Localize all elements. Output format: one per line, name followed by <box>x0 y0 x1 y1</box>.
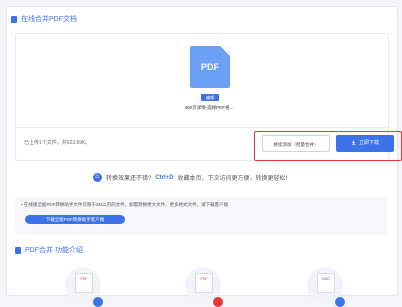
section-header: 在线合并PDF文档 <box>11 14 77 24</box>
download-client-button[interactable]: 下载全能PDF转换助手客户端 <box>25 215 125 224</box>
speed-icon <box>213 297 223 307</box>
feedback-bar: ☺ 转换效果还不错? Ctrl+D 收藏本页，下次访问更方便，转换更轻松! <box>93 173 287 182</box>
intro-title: PDF合并 功能介绍 <box>25 247 83 254</box>
download-now-button[interactable]: 立即下载 <box>336 135 394 152</box>
feature-item-format: DOC <box>307 267 345 307</box>
intro-icon <box>15 246 21 254</box>
page: 在线合并PDF文档 PDF 编辑 490页详情-选择PDF格... 已上传1个文… <box>0 0 402 307</box>
edit-badge[interactable]: 编辑 <box>201 94 219 101</box>
feedback-prefix: 转换效果还不错? <box>106 176 152 182</box>
pdf-thumb-label: PDF <box>201 62 219 72</box>
document-icon <box>11 15 17 23</box>
download-now-label: 立即下载 <box>358 140 379 146</box>
section-title: 在线合并PDF文档 <box>21 16 77 23</box>
notice-text: • 在线版全能PDF转换助手文件仅限于2M以内的文件，如需转换更大文件，更多格式… <box>21 202 229 207</box>
main-card: 在线合并PDF文档 PDF 编辑 490页详情-选择PDF格... 已上传1个文… <box>6 6 402 307</box>
file-name: 490页详情-选择PDF格... <box>184 105 234 110</box>
download-icon <box>351 140 356 145</box>
merge-icon <box>93 297 103 307</box>
feature-label: PDF <box>80 277 88 281</box>
feedback-suffix: 收藏本页，下次访问更方便，转换更轻松! <box>177 176 288 182</box>
pdf-file-icon[interactable]: PDF <box>190 46 230 88</box>
feature-item-merge: PDF <box>65 267 103 307</box>
feature-label: DOC <box>322 277 330 281</box>
intro-header: PDF合并 功能介绍 <box>15 245 83 255</box>
upload-area: PDF 编辑 490页详情-选择PDF格... 已上传1个文件，共623.69K… <box>15 33 402 161</box>
smile-icon: ☺ <box>93 173 102 182</box>
upload-icon <box>335 297 345 307</box>
upload-status: 已上传1个文件，共623.69K。 <box>24 140 91 146</box>
feature-item-fast: PDF <box>185 267 223 307</box>
client-notice: • 在线版全能PDF转换助手文件仅限于2M以内的文件，如需转换更大文件，更多格式… <box>15 197 387 235</box>
shortcut-key: Ctrl+D <box>155 174 174 181</box>
feature-label: PDF <box>200 277 208 281</box>
divider <box>16 127 388 128</box>
continue-add-button[interactable]: 继续添加（批量合并） <box>262 135 330 152</box>
